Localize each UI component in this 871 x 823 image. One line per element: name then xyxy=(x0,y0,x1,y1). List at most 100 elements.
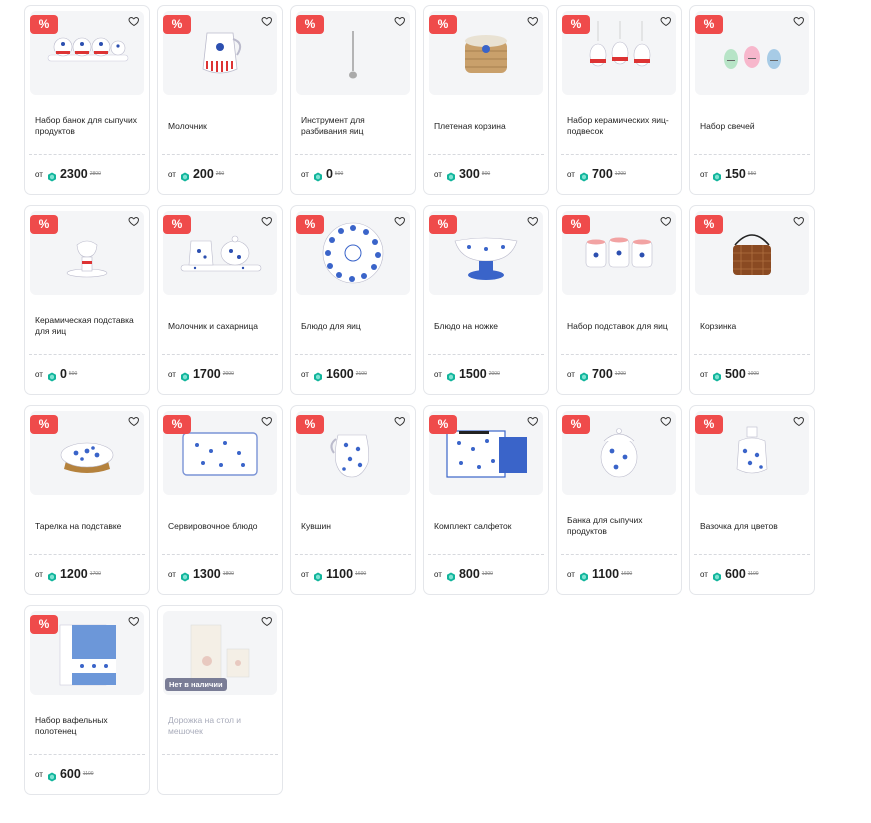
price-value: 700 xyxy=(591,367,613,381)
price-prefix: от xyxy=(168,169,176,179)
product-card[interactable]: % Блюдо для яиц от 1600 2100 xyxy=(290,205,416,395)
heart-icon[interactable] xyxy=(527,214,539,227)
price-row: от 0 500 xyxy=(301,167,343,182)
product-card[interactable]: % Набор подставок для яиц от 700 1200 xyxy=(556,205,682,395)
product-name[interactable]: Плетеная корзина xyxy=(434,106,542,146)
product-card[interactable]: % Набор керамических яиц-подвесок от 700 120… xyxy=(556,5,682,195)
product-card[interactable]: % Набор банок для сыпучих продуктов от 2300… xyxy=(24,5,150,195)
discount-badge: % xyxy=(296,415,324,434)
price-row: от 200 250 xyxy=(168,167,224,182)
product-card[interactable]: % Инструмент для разбивания яиц от 0 500 xyxy=(290,5,416,195)
product-name[interactable]: Банка для сыпучих продуктов xyxy=(567,506,675,546)
heart-icon[interactable] xyxy=(660,14,672,27)
price-prefix: от xyxy=(434,569,442,579)
product-name[interactable]: Набор подставок для яиц xyxy=(567,306,675,346)
heart-icon[interactable] xyxy=(394,214,406,227)
out-of-stock-badge: Нет в наличии xyxy=(165,678,227,691)
discount-badge: % xyxy=(695,215,723,234)
heart-icon[interactable] xyxy=(660,214,672,227)
product-card[interactable]: % Корзинка от 500 1000 xyxy=(689,205,815,395)
heart-icon[interactable] xyxy=(527,14,539,27)
heart-icon[interactable] xyxy=(128,614,140,627)
price-prefix: от xyxy=(700,569,708,579)
price-row: от 600 1100 xyxy=(700,567,759,582)
product-card[interactable]: % Тарелка на подставке от 1200 1700 xyxy=(24,405,150,595)
old-price: 1200 xyxy=(614,171,626,177)
product-name[interactable]: Набор банок для сыпучих продуктов xyxy=(35,106,143,146)
product-name[interactable]: Дорожка на стол и мешочек xyxy=(168,706,276,746)
product-name[interactable]: Комплект салфеток xyxy=(434,506,542,546)
product-name[interactable]: Молочник и сахарница xyxy=(168,306,276,346)
product-card[interactable]: Нет в наличии Дорожка на стол и мешочек xyxy=(157,605,283,795)
heart-icon[interactable] xyxy=(128,414,140,427)
coin-icon xyxy=(47,569,57,582)
card-divider xyxy=(428,354,544,355)
heart-icon[interactable] xyxy=(394,414,406,427)
price-prefix: от xyxy=(35,769,43,779)
old-price: 1600 xyxy=(621,571,633,577)
price-prefix: от xyxy=(301,369,309,379)
card-divider xyxy=(162,754,278,755)
product-name[interactable]: Набор свечей xyxy=(700,106,808,146)
heart-icon[interactable] xyxy=(261,414,273,427)
product-card[interactable]: % Молочник от 200 250 xyxy=(157,5,283,195)
product-name[interactable]: Сервировочное блюдо xyxy=(168,506,276,546)
product-card[interactable]: % Комплект салфеток от 800 1300 xyxy=(423,405,549,595)
heart-icon[interactable] xyxy=(527,414,539,427)
product-name[interactable]: Корзинка xyxy=(700,306,808,346)
card-divider xyxy=(295,154,411,155)
heart-icon[interactable] xyxy=(793,214,805,227)
card-divider xyxy=(29,754,145,755)
product-card[interactable]: % Блюдо на ножке от 1500 2000 xyxy=(423,205,549,395)
product-name[interactable]: Инструмент для разбивания яиц xyxy=(301,106,409,146)
product-card[interactable]: % Керамическая подставка для яиц от 0 500 xyxy=(24,205,150,395)
price-row: от 1100 1600 xyxy=(567,567,633,582)
product-card[interactable]: % Банка для сыпучих продуктов от 1100 1600 xyxy=(556,405,682,595)
card-divider xyxy=(561,154,677,155)
product-name[interactable]: Блюдо на ножке xyxy=(434,306,542,346)
card-divider xyxy=(561,554,677,555)
product-name[interactable]: Тарелка на подставке xyxy=(35,506,143,546)
heart-icon[interactable] xyxy=(261,14,273,27)
product-name[interactable]: Кувшин xyxy=(301,506,409,546)
heart-icon[interactable] xyxy=(793,414,805,427)
product-name[interactable]: Вазочка для цветов xyxy=(700,506,808,546)
heart-icon[interactable] xyxy=(128,14,140,27)
product-name[interactable]: Молочник xyxy=(168,106,276,146)
product-card[interactable]: % Кувшин от 1100 1600 xyxy=(290,405,416,595)
coin-icon xyxy=(180,569,190,582)
product-card[interactable]: % Сервировочное блюдо от 1300 1800 xyxy=(157,405,283,595)
product-name[interactable]: Набор вафельных полотенец xyxy=(35,706,143,746)
heart-icon[interactable] xyxy=(128,214,140,227)
product-name[interactable]: Набор керамических яиц-подвесок xyxy=(567,106,675,146)
discount-badge: % xyxy=(296,215,324,234)
old-price: 550 xyxy=(747,171,757,177)
product-card[interactable]: % Набор свечей от 150 550 xyxy=(689,5,815,195)
old-price: 1100 xyxy=(747,571,759,577)
discount-badge: % xyxy=(30,215,58,234)
coin-icon xyxy=(579,169,589,182)
product-card[interactable]: % Молочник и сахарница от 1700 2000 xyxy=(157,205,283,395)
heart-icon[interactable] xyxy=(660,414,672,427)
price-prefix: от xyxy=(567,569,575,579)
price-row: от 500 1000 xyxy=(700,367,759,382)
heart-icon[interactable] xyxy=(793,14,805,27)
old-price: 2000 xyxy=(222,371,234,377)
discount-badge: % xyxy=(429,215,457,234)
price-value: 1700 xyxy=(192,367,221,381)
card-divider xyxy=(694,154,810,155)
old-price: 2000 xyxy=(488,371,500,377)
product-name[interactable]: Керамическая подставка для яиц xyxy=(35,306,143,346)
old-price: 2800 xyxy=(89,171,101,177)
product-card[interactable]: % Набор вафельных полотенец от 600 1100 xyxy=(24,605,150,795)
product-name[interactable]: Блюдо для яиц xyxy=(301,306,409,346)
product-card[interactable]: % Вазочка для цветов от 600 1100 xyxy=(689,405,815,595)
coin-icon xyxy=(313,169,323,182)
heart-icon[interactable] xyxy=(261,214,273,227)
heart-icon[interactable] xyxy=(261,614,273,627)
product-card[interactable]: % Плетеная корзина от 300 800 xyxy=(423,5,549,195)
discount-badge: % xyxy=(562,415,590,434)
old-price: 1300 xyxy=(481,571,493,577)
coin-icon xyxy=(579,369,589,382)
heart-icon[interactable] xyxy=(394,14,406,27)
